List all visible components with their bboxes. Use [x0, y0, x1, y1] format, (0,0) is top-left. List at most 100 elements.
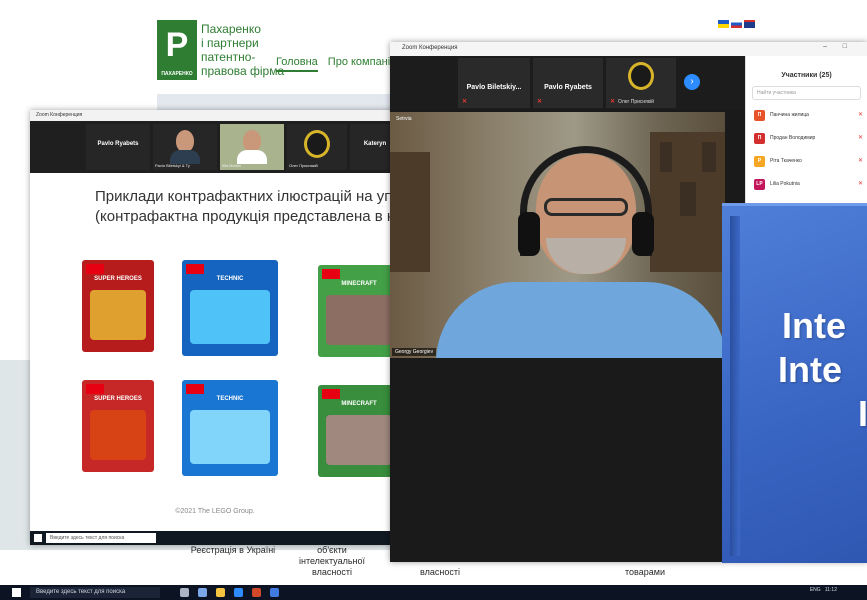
system-tray: ENG 11:12 — [810, 587, 837, 593]
flag-ru-icon[interactable] — [731, 20, 742, 28]
box-label: SUPER HEROES — [94, 276, 142, 282]
box-label: TECHNIC — [216, 276, 244, 282]
participant-tile[interactable]: Олег Приснякій — [287, 124, 347, 170]
slide-title-line: Приклади контрафактних ілюстрацій на упа… — [95, 188, 400, 205]
mic-muted-icon: ✕ — [537, 99, 543, 105]
participant-row[interactable]: Р Рiта Ткаченко ✕ — [746, 150, 867, 173]
participant-name: Kateryn — [363, 141, 387, 147]
site-logo-small: ПАХАРЕНКО — [161, 71, 193, 77]
participant-tile[interactable]: Pavlo Biletskyi & Ty — [153, 124, 217, 170]
overlay-line: Inte — [778, 349, 843, 390]
overlay-line: I — [858, 393, 867, 434]
flag-ua-icon[interactable] — [718, 20, 729, 28]
zoom-right-title: Zoom Конференция — [402, 45, 458, 51]
participant-face — [176, 130, 194, 152]
inner-taskbar-search[interactable]: Введите здесь текст для поиска — [46, 533, 156, 543]
chrome-icon[interactable] — [198, 588, 207, 597]
brand-line: Пахаренко — [201, 22, 261, 36]
maximize-icon[interactable]: □ — [843, 43, 847, 50]
title-overlay-slide: Inte Inte I — [722, 203, 867, 563]
powerpoint-icon[interactable] — [252, 588, 261, 597]
active-speaker-video: Setrvia Georgy Georgiev — [390, 112, 725, 358]
video-area: Pavlo Biletskiy... ✕ Pavlo Ryabets ✕ ✕ О… — [390, 56, 745, 562]
lego-logo — [186, 384, 204, 394]
headset-earcup — [632, 212, 654, 256]
book — [702, 142, 716, 172]
clock[interactable]: 11:12 — [825, 587, 837, 593]
brand-line: і партнери — [201, 36, 259, 50]
box-label: SUPER HEROES — [94, 396, 142, 402]
participant-name: Illia Morkin — [222, 163, 242, 168]
box-label: MINECRAFT — [341, 281, 377, 287]
participant-tile[interactable]: Pavlo Biletskiy... ✕ — [458, 58, 530, 108]
lego-box-image: TECHNIC — [182, 380, 278, 476]
participant-row[interactable]: П Продан Володимир ✕ — [746, 127, 867, 150]
lego-logo — [86, 384, 104, 394]
recording-label: Setrvia — [396, 116, 412, 122]
box-art — [326, 295, 392, 345]
taskbar-search-input[interactable]: Введите здесь текст для поиска — [30, 587, 160, 598]
participant-search-input[interactable]: Найти участника — [752, 86, 861, 100]
participant-strip: Pavlo Ryabets Pavlo Biletskyi & Ty Illia… — [30, 121, 400, 173]
task-view-icon[interactable] — [180, 588, 189, 597]
participant-row[interactable]: LP Lilia Pokutnia ✕ — [746, 173, 867, 196]
box-art — [90, 410, 146, 460]
language-flags — [718, 20, 755, 28]
participant-name: Pavlo Biletskiy... — [466, 84, 522, 91]
participant-row[interactable]: П Панчина жилица ✕ — [746, 104, 867, 127]
participant-name: Олег Приснякій — [289, 163, 318, 168]
participant-avatar: П — [754, 110, 765, 121]
language-indicator[interactable]: ENG — [810, 587, 821, 593]
participant-tile[interactable]: Pavlo Ryabets — [86, 124, 150, 170]
windows-taskbar: Введите здесь текст для поиска ENG 11:12 — [0, 585, 867, 600]
zoom-left-titlebar: Zoom Конференция — [30, 110, 400, 121]
inner-taskbar: Введите здесь текст для поиска — [30, 531, 400, 545]
book — [680, 182, 696, 216]
lego-logo — [186, 264, 204, 274]
zoom-app-icon[interactable] — [234, 588, 243, 597]
mic-muted-icon: ✕ — [857, 112, 863, 118]
box-art — [326, 415, 392, 465]
participant-row-name: Рiта Ткаченко — [770, 158, 802, 164]
next-page-button[interactable]: › — [684, 74, 700, 90]
participant-name: Pavlo Biletskyi & Ty — [155, 163, 190, 168]
participant-shirt — [237, 150, 267, 164]
participant-row-name: Lilia Pokutnia — [770, 181, 800, 187]
brand-line: патентно- — [201, 50, 256, 64]
bookshelf — [390, 152, 430, 272]
folder-icon[interactable] — [216, 588, 225, 597]
slide-copyright: ©2021 The LEGO Group. — [175, 508, 255, 515]
minimize-icon[interactable]: – — [823, 43, 827, 50]
windows-start-icon[interactable] — [12, 588, 21, 597]
speaker-name-label: Georgy Georgiev — [392, 348, 437, 356]
lego-box-image: SUPER HEROES — [82, 260, 154, 352]
nav-about[interactable]: Про компанію — [328, 56, 399, 72]
mic-muted-icon: ✕ — [857, 181, 863, 187]
caption-goods: товарами — [625, 567, 665, 577]
caption-property: власності — [420, 567, 460, 577]
lego-box-image: TECHNIC — [182, 260, 278, 356]
flag-en-icon[interactable] — [744, 20, 755, 28]
participants-title: Участники (25) — [781, 72, 832, 79]
participant-tile[interactable]: ✕ Олег Приснякій — [606, 58, 676, 108]
emblem-icon — [304, 130, 330, 158]
overlay-line: Inte — [782, 305, 847, 346]
slide-title: Приклади контрафактних ілюстрацій на упа… — [30, 187, 400, 227]
caption-objects: об'єкти інтелектуальної власності — [298, 545, 366, 577]
participant-name: Pavlo Ryabets — [544, 84, 592, 91]
lego-box-image: MINECRAFT — [318, 385, 400, 477]
word-icon[interactable] — [270, 588, 279, 597]
windows-start-icon[interactable] — [34, 534, 42, 542]
site-logo[interactable]: P ПАХАРЕНКО — [157, 20, 197, 80]
top-participant-strip: Pavlo Biletskiy... ✕ Pavlo Ryabets ✕ ✕ О… — [390, 56, 745, 110]
lego-logo — [322, 269, 340, 279]
box-label: MINECRAFT — [341, 401, 377, 407]
participant-tile[interactable]: Pavlo Ryabets ✕ — [533, 58, 603, 108]
zoom-right-titlebar: Zoom Конференция – □ — [390, 42, 867, 56]
participant-avatar: Р — [754, 156, 765, 167]
box-art — [190, 290, 270, 344]
participant-tile[interactable]: Illia Morkin — [220, 124, 284, 170]
overlay-title: Inte Inte I — [722, 304, 867, 436]
mic-muted-icon: ✕ — [610, 99, 616, 105]
nav-home[interactable]: Головна — [276, 56, 318, 72]
